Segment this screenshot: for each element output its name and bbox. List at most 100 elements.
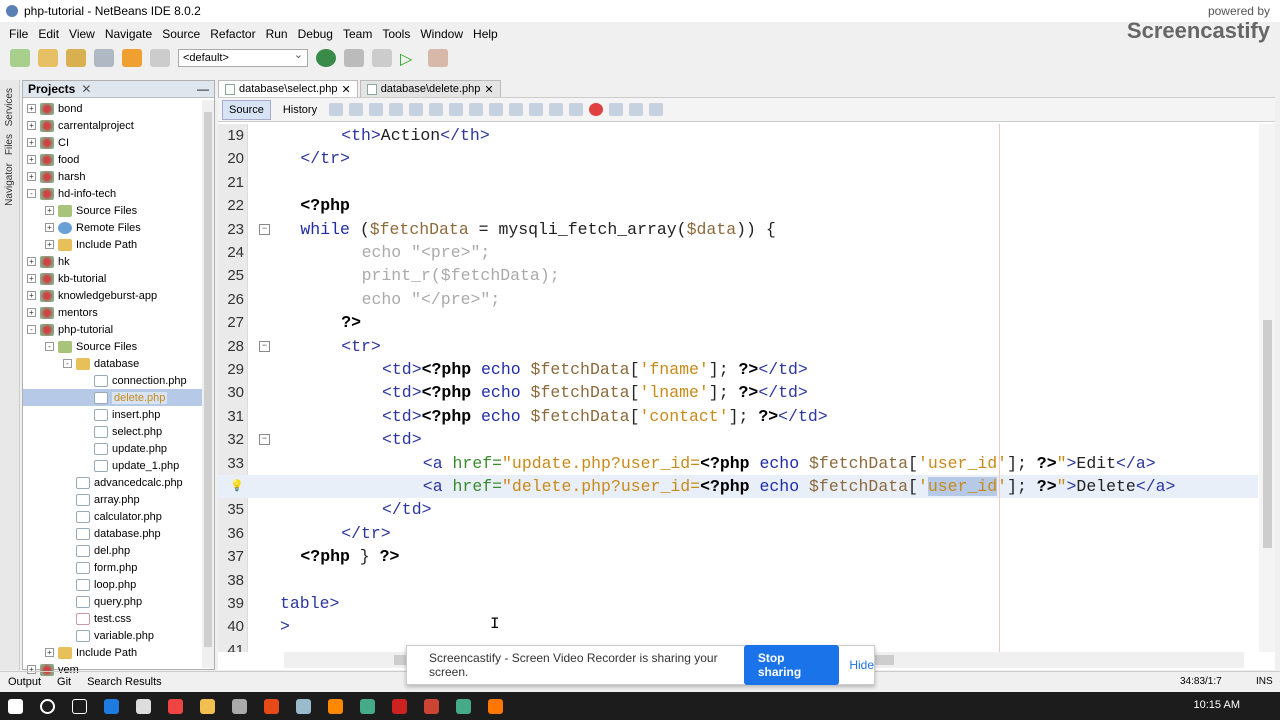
- find-next-icon[interactable]: [429, 103, 444, 116]
- tree-item[interactable]: form.php: [23, 559, 203, 576]
- store-icon[interactable]: [136, 698, 151, 714]
- menu-view[interactable]: View: [64, 27, 100, 41]
- tree-item[interactable]: + Include Path: [23, 236, 203, 253]
- fold-icon[interactable]: −: [259, 340, 270, 352]
- redo-icon[interactable]: [150, 49, 170, 67]
- stop-sharing-button[interactable]: Stop sharing: [743, 645, 840, 685]
- tree-item[interactable]: - database: [23, 355, 203, 372]
- app-icon[interactable]: [168, 698, 183, 714]
- expand-icon[interactable]: +: [45, 240, 54, 249]
- tree-item[interactable]: variable.php: [23, 627, 203, 644]
- minimize-icon[interactable]: —: [197, 82, 209, 96]
- tree-item[interactable]: update.php: [23, 440, 203, 457]
- menu-tools[interactable]: Tools: [377, 27, 415, 41]
- projects-tab[interactable]: Projects: [28, 82, 75, 96]
- find-previous-icon[interactable]: [409, 103, 424, 116]
- menu-team[interactable]: Team: [338, 27, 377, 41]
- side-tab-navigator[interactable]: Navigator: [4, 163, 15, 206]
- menu-navigate[interactable]: Navigate: [100, 27, 157, 41]
- collapse-icon[interactable]: -: [63, 359, 72, 368]
- close-tab-icon[interactable]: ✕: [341, 83, 350, 96]
- history-mode-tab[interactable]: History: [277, 101, 323, 119]
- tree-item[interactable]: + carrentalproject: [23, 117, 203, 134]
- menu-file[interactable]: File: [4, 27, 33, 41]
- side-tab-files[interactable]: Files: [4, 134, 15, 155]
- fold-icon[interactable]: −: [259, 223, 270, 235]
- collapse-icon[interactable]: -: [27, 189, 36, 198]
- app-icon[interactable]: [232, 698, 247, 714]
- tree-item[interactable]: + Source Files: [23, 202, 203, 219]
- expand-icon[interactable]: +: [27, 121, 36, 130]
- edge-icon[interactable]: [104, 698, 119, 714]
- new-project-icon[interactable]: [38, 49, 58, 67]
- find-icon[interactable]: [389, 103, 404, 116]
- menu-refactor[interactable]: Refactor: [205, 27, 260, 41]
- tree-item[interactable]: + hk: [23, 253, 203, 270]
- tree-item[interactable]: array.php: [23, 491, 203, 508]
- clean-build-icon[interactable]: [372, 49, 392, 67]
- tree-item[interactable]: + food: [23, 151, 203, 168]
- tree-item[interactable]: loop.php: [23, 576, 203, 593]
- tree-item[interactable]: select.php: [23, 423, 203, 440]
- expand-icon[interactable]: +: [27, 155, 36, 164]
- menu-window[interactable]: Window: [415, 27, 468, 41]
- undo-icon[interactable]: [122, 49, 142, 67]
- side-tab-services[interactable]: Services: [4, 88, 15, 126]
- back-icon[interactable]: [349, 103, 364, 116]
- rect-select-icon[interactable]: [469, 103, 484, 116]
- task-view-icon[interactable]: [72, 698, 87, 714]
- tree-item[interactable]: query.php: [23, 593, 203, 610]
- menu-edit[interactable]: Edit: [33, 27, 64, 41]
- tree-item[interactable]: - Source Files: [23, 338, 203, 355]
- record-macro-icon[interactable]: [589, 103, 604, 116]
- debug-icon[interactable]: [428, 49, 448, 67]
- shift-right-icon[interactable]: [569, 103, 584, 116]
- menu-help[interactable]: Help: [468, 27, 503, 41]
- expand-icon[interactable]: +: [27, 291, 36, 300]
- expand-icon[interactable]: +: [45, 223, 54, 232]
- collapse-icon[interactable]: -: [27, 325, 36, 334]
- tree-item[interactable]: + knowledgeburst-app: [23, 287, 203, 304]
- tree-item[interactable]: + CI: [23, 134, 203, 151]
- prev-bookmark-icon[interactable]: [489, 103, 504, 116]
- toggle-bookmark-icon[interactable]: [529, 103, 544, 116]
- tree-item[interactable]: calculator.php: [23, 508, 203, 525]
- hide-button[interactable]: Hide: [849, 658, 874, 672]
- open-project-icon[interactable]: [66, 49, 86, 67]
- menu-source[interactable]: Source: [157, 27, 205, 41]
- explorer-icon[interactable]: [200, 698, 215, 714]
- expand-icon[interactable]: +: [27, 257, 36, 266]
- git-tab[interactable]: Git: [57, 676, 71, 688]
- expand-icon[interactable]: +: [27, 138, 36, 147]
- tree-item[interactable]: - php-tutorial: [23, 321, 203, 338]
- vertical-scrollbar[interactable]: [1259, 124, 1275, 652]
- expand-icon[interactable]: +: [27, 308, 36, 317]
- menu-run[interactable]: Run: [261, 27, 293, 41]
- menu-debug[interactable]: Debug: [293, 27, 338, 41]
- tree-item[interactable]: + mentors: [23, 304, 203, 321]
- netbeans-taskbar-icon[interactable]: [296, 698, 311, 714]
- forward-icon[interactable]: [369, 103, 384, 116]
- tree-item[interactable]: connection.php: [23, 372, 203, 389]
- expand-icon[interactable]: +: [27, 172, 36, 181]
- tree-item[interactable]: update_1.php: [23, 457, 203, 474]
- new-file-icon[interactable]: [10, 49, 30, 67]
- build-hammer-icon[interactable]: [344, 49, 364, 67]
- tree-item[interactable]: del.php: [23, 542, 203, 559]
- tree-item[interactable]: + bond: [23, 100, 203, 117]
- tree-item[interactable]: + kb-tutorial: [23, 270, 203, 287]
- tree-item[interactable]: + Include Path: [23, 644, 203, 661]
- chrome-icon[interactable]: [360, 698, 375, 714]
- uncomment-icon[interactable]: [649, 103, 664, 116]
- tree-item[interactable]: + Remote Files: [23, 219, 203, 236]
- stop-macro-icon[interactable]: [609, 103, 624, 116]
- browser-globe-icon[interactable]: [316, 49, 336, 67]
- tree-item[interactable]: database.php: [23, 525, 203, 542]
- cortana-icon[interactable]: [40, 698, 55, 714]
- vlc-icon[interactable]: [328, 698, 343, 714]
- run-icon[interactable]: ▷: [400, 49, 420, 68]
- expand-icon[interactable]: +: [45, 648, 54, 657]
- office-icon[interactable]: [264, 698, 279, 714]
- toggle-highlight-icon[interactable]: [449, 103, 464, 116]
- powerpoint-icon[interactable]: [424, 698, 439, 714]
